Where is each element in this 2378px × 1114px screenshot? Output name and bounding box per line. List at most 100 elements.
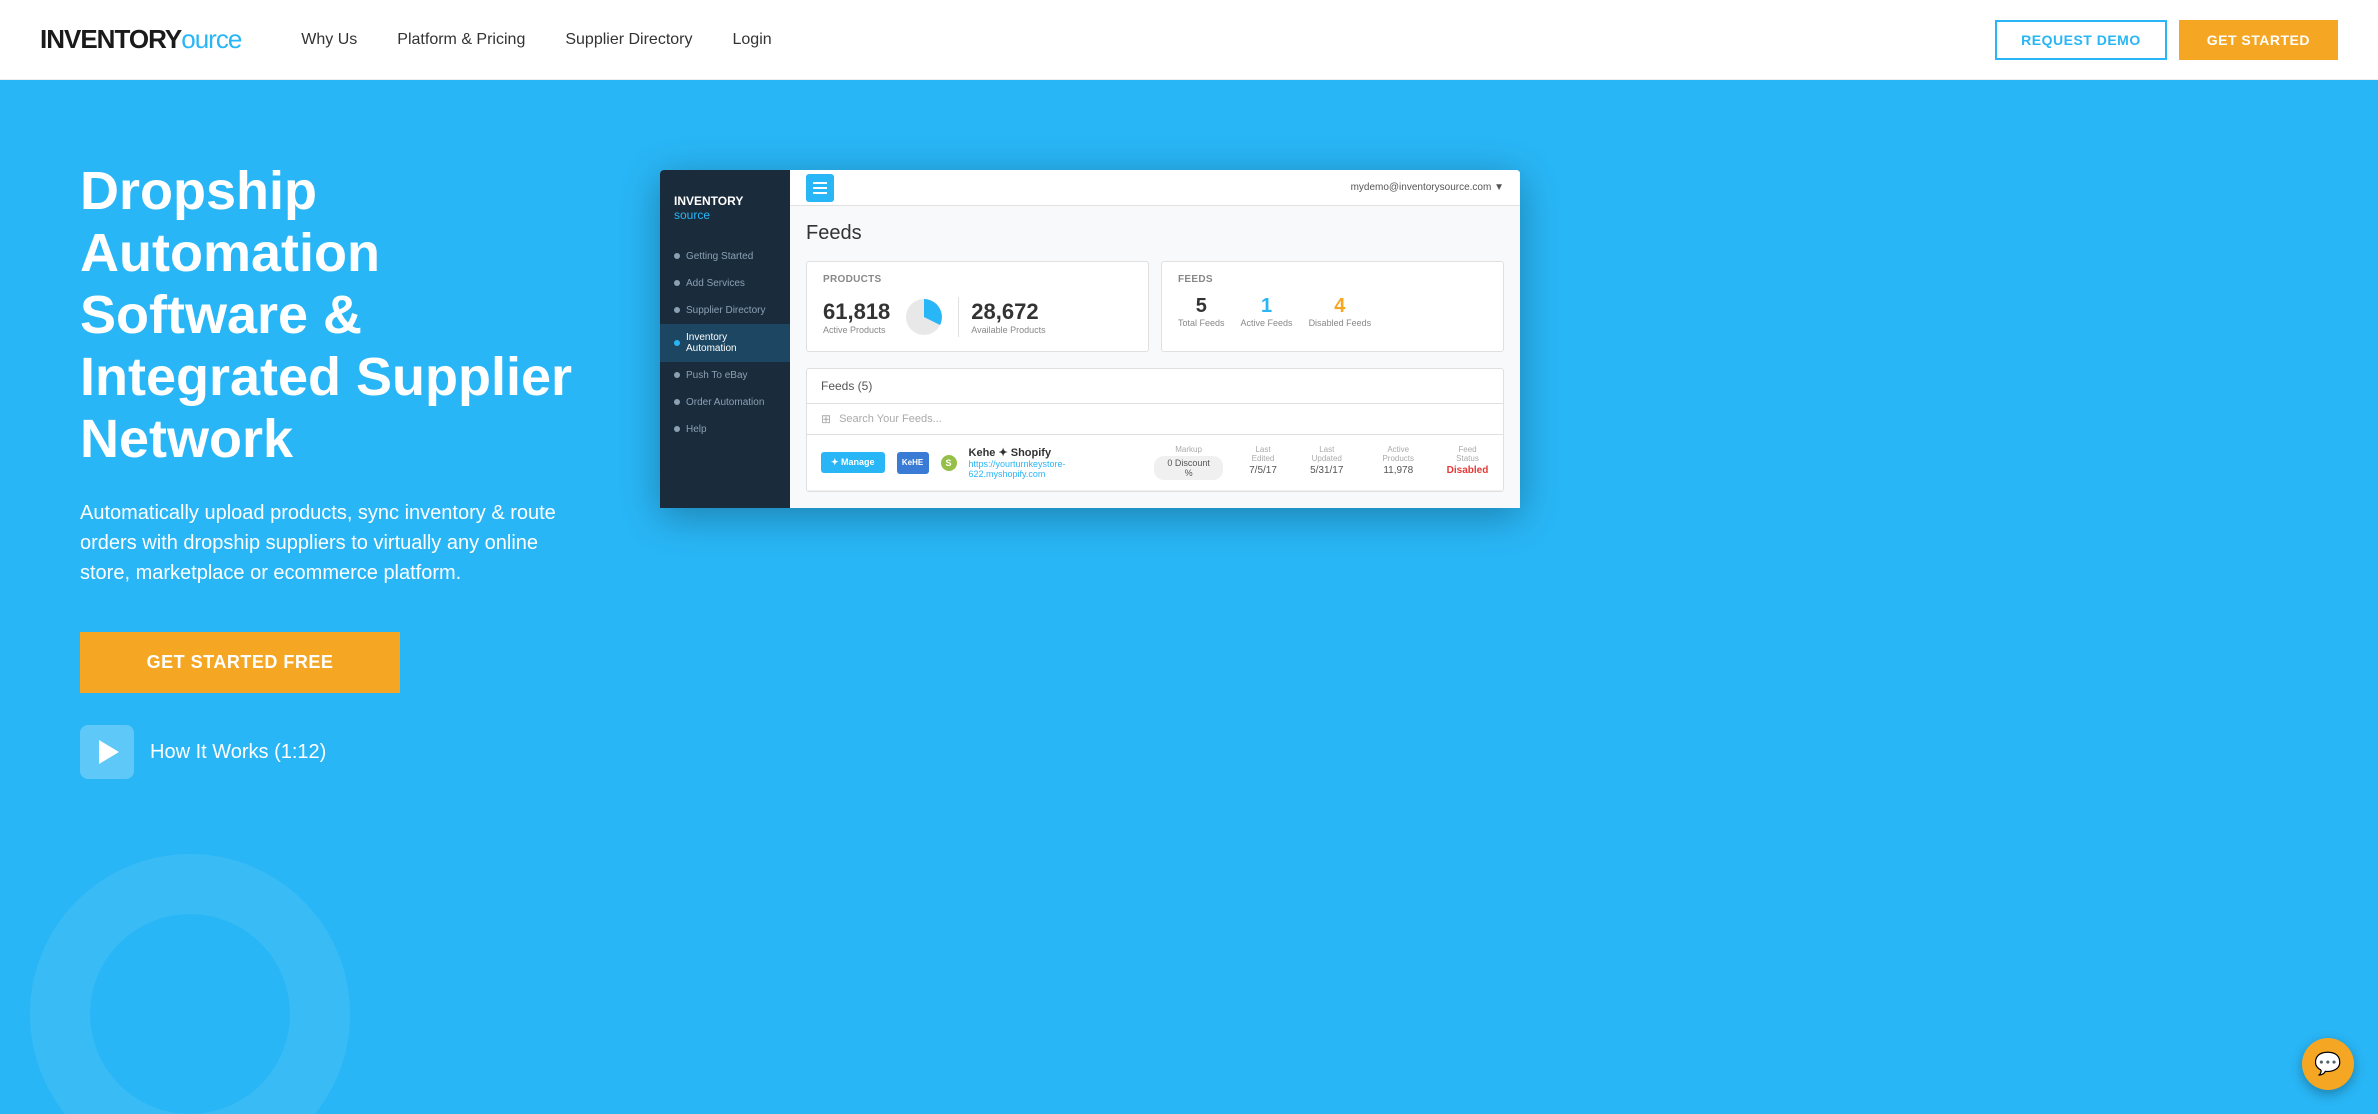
app-main: mydemo@inventorysource.com ▼ Feeds Produ… xyxy=(790,170,1520,508)
get-started-nav-button[interactable]: GET STARTED xyxy=(2179,20,2338,60)
nav-links: Why Us Platform & Pricing Supplier Direc… xyxy=(301,31,1995,49)
logo[interactable]: INVENTORYOurce xyxy=(40,24,241,55)
active-products-meta-value: 11,978 xyxy=(1371,465,1426,476)
disabled-feeds-label: Disabled Feeds xyxy=(1309,318,1372,328)
feeds-stat-card: Feeds 5 Total Feeds 1 Active Feeds xyxy=(1161,261,1504,352)
feeds-card-body: 5 Total Feeds 1 Active Feeds 4 Disabled … xyxy=(1178,295,1487,328)
available-products-stat: 28,672 Available Products xyxy=(971,299,1045,335)
logo-source: Ource xyxy=(181,24,241,55)
sidebar-item-help[interactable]: Help xyxy=(660,416,790,443)
chat-bubble-button[interactable]: 💬 xyxy=(2302,1038,2354,1090)
feed-info: Kehe ✦ Shopify https://yourturnkeystore-… xyxy=(969,446,1143,479)
last-updated-label: Last Updated xyxy=(1303,445,1351,463)
hamburger-line xyxy=(813,182,827,184)
sidebar-item-supplier-directory[interactable]: Supplier Directory xyxy=(660,297,790,324)
app-sidebar-logo: INVENTORYsource xyxy=(660,186,790,243)
sidebar-dot-active-icon xyxy=(674,340,680,346)
products-pie-chart xyxy=(902,295,946,339)
total-feeds-stat: 5 Total Feeds xyxy=(1178,295,1225,328)
app-topbar: mydemo@inventorysource.com ▼ xyxy=(790,170,1520,206)
sidebar-dot-icon xyxy=(674,280,680,286)
search-icon: ⊞ xyxy=(821,412,831,426)
nav-why-us[interactable]: Why Us xyxy=(301,31,357,49)
active-feeds-count: 1 xyxy=(1241,295,1293,318)
feed-url: https://yourturnkeystore-622.myshopify.c… xyxy=(969,459,1143,479)
navbar: INVENTORYOurce Why Us Platform & Pricing… xyxy=(0,0,2378,80)
app-content: Feeds Products 61,818 Active Products xyxy=(790,206,1520,508)
nav-platform-pricing[interactable]: Platform & Pricing xyxy=(397,31,525,49)
feed-meta: Markup 0 Discount % Last Edited 7/5/17 L… xyxy=(1154,445,1489,480)
sidebar-dot-icon xyxy=(674,372,680,378)
user-email: mydemo@inventorysource.com ▼ xyxy=(1351,182,1504,193)
kehe-logo: KeHE xyxy=(897,452,929,474)
app-sidebar: INVENTORYsource Getting Started Add Serv… xyxy=(660,170,790,508)
markup-meta: Markup 0 Discount % xyxy=(1154,445,1223,480)
chat-icon: 💬 xyxy=(2314,1051,2341,1077)
logo-inventory: INVENTORY xyxy=(40,24,181,55)
hero-watermark-circle xyxy=(30,854,350,1114)
feed-name: Kehe ✦ Shopify xyxy=(969,446,1143,459)
feeds-card-header: Feeds xyxy=(1178,274,1487,285)
shopify-icon: S xyxy=(941,455,957,471)
shopify-badge: S xyxy=(941,455,957,471)
sidebar-item-push-to-ebay[interactable]: Push To eBay xyxy=(660,362,790,389)
sidebar-dot-icon xyxy=(674,399,680,405)
hero-subtitle: Automatically upload products, sync inve… xyxy=(80,498,560,588)
request-demo-button[interactable]: REQUEST DEMO xyxy=(1995,20,2167,60)
markup-value: 0 Discount % xyxy=(1154,456,1223,480)
last-edited-label: Last Edited xyxy=(1243,445,1283,463)
play-triangle-icon xyxy=(99,740,119,764)
disabled-feeds-count: 4 xyxy=(1309,295,1372,318)
available-products-label: Available Products xyxy=(971,325,1045,335)
sidebar-dot-icon xyxy=(674,307,680,313)
kehe-text: KeHE xyxy=(902,458,923,467)
active-feeds-stat: 1 Active Feeds xyxy=(1241,295,1293,328)
feeds-search-bar: ⊞ Search Your Feeds... xyxy=(807,404,1503,435)
products-card-body: 61,818 Active Products 2 xyxy=(823,295,1132,339)
app-page-title: Feeds xyxy=(806,222,1504,245)
get-started-free-button[interactable]: GET STARTED FREE xyxy=(80,632,400,693)
nav-login[interactable]: Login xyxy=(733,31,772,49)
products-stat-card: Products 61,818 Active Products xyxy=(806,261,1149,352)
app-screenshot: INVENTORYsource Getting Started Add Serv… xyxy=(660,170,1520,508)
active-products-stat: 61,818 Active Products xyxy=(823,299,890,335)
manage-button[interactable]: ✦ Manage xyxy=(821,452,885,473)
active-products-meta-label: Active Products xyxy=(1371,445,1426,463)
feed-status-meta: Feed Status Disabled xyxy=(1446,445,1489,480)
sidebar-item-getting-started[interactable]: Getting Started xyxy=(660,243,790,270)
how-it-works-link[interactable]: How It Works (1:12) xyxy=(80,725,620,779)
hero-section: Dropship Automation Software & Integrate… xyxy=(0,80,2378,1114)
play-button[interactable] xyxy=(80,725,134,779)
disabled-feeds-stat: 4 Disabled Feeds xyxy=(1309,295,1372,328)
hero-right: INVENTORYsource Getting Started Add Serv… xyxy=(660,170,2318,508)
hamburger-line xyxy=(813,187,827,189)
last-updated-meta: Last Updated 5/31/17 xyxy=(1303,445,1351,480)
feed-status-label: Feed Status xyxy=(1446,445,1489,463)
hero-title: Dropship Automation Software & Integrate… xyxy=(80,160,620,470)
how-it-works-label: How It Works (1:12) xyxy=(150,741,326,764)
available-products-count: 28,672 xyxy=(971,299,1045,325)
hamburger-line xyxy=(813,192,827,194)
sidebar-item-add-services[interactable]: Add Services xyxy=(660,270,790,297)
feeds-search-placeholder[interactable]: Search Your Feeds... xyxy=(839,413,942,425)
sidebar-item-order-automation[interactable]: Order Automation xyxy=(660,389,790,416)
active-products-meta: Active Products 11,978 xyxy=(1371,445,1426,480)
sidebar-item-inventory-automation[interactable]: Inventory Automation xyxy=(660,324,790,362)
last-updated-value: 5/31/17 xyxy=(1303,465,1351,476)
markup-label: Markup xyxy=(1154,445,1223,454)
active-feeds-label: Active Feeds xyxy=(1241,318,1293,328)
hamburger-menu-button[interactable] xyxy=(806,174,834,202)
active-products-count: 61,818 xyxy=(823,299,890,325)
nav-actions: REQUEST DEMO GET STARTED xyxy=(1995,20,2338,60)
last-edited-meta: Last Edited 7/5/17 xyxy=(1243,445,1283,480)
products-card-header: Products xyxy=(823,274,1132,285)
sidebar-dot-icon xyxy=(674,253,680,259)
stat-divider xyxy=(958,297,959,337)
stats-row: Products 61,818 Active Products xyxy=(806,261,1504,352)
total-feeds-count: 5 xyxy=(1178,295,1225,318)
feed-row: ✦ Manage KeHE S Kehe ✦ Shopify xyxy=(807,435,1503,491)
nav-supplier-directory[interactable]: Supplier Directory xyxy=(565,31,692,49)
logo-o: O xyxy=(181,24,194,54)
total-feeds-label: Total Feeds xyxy=(1178,318,1225,328)
active-products-label: Active Products xyxy=(823,325,890,335)
